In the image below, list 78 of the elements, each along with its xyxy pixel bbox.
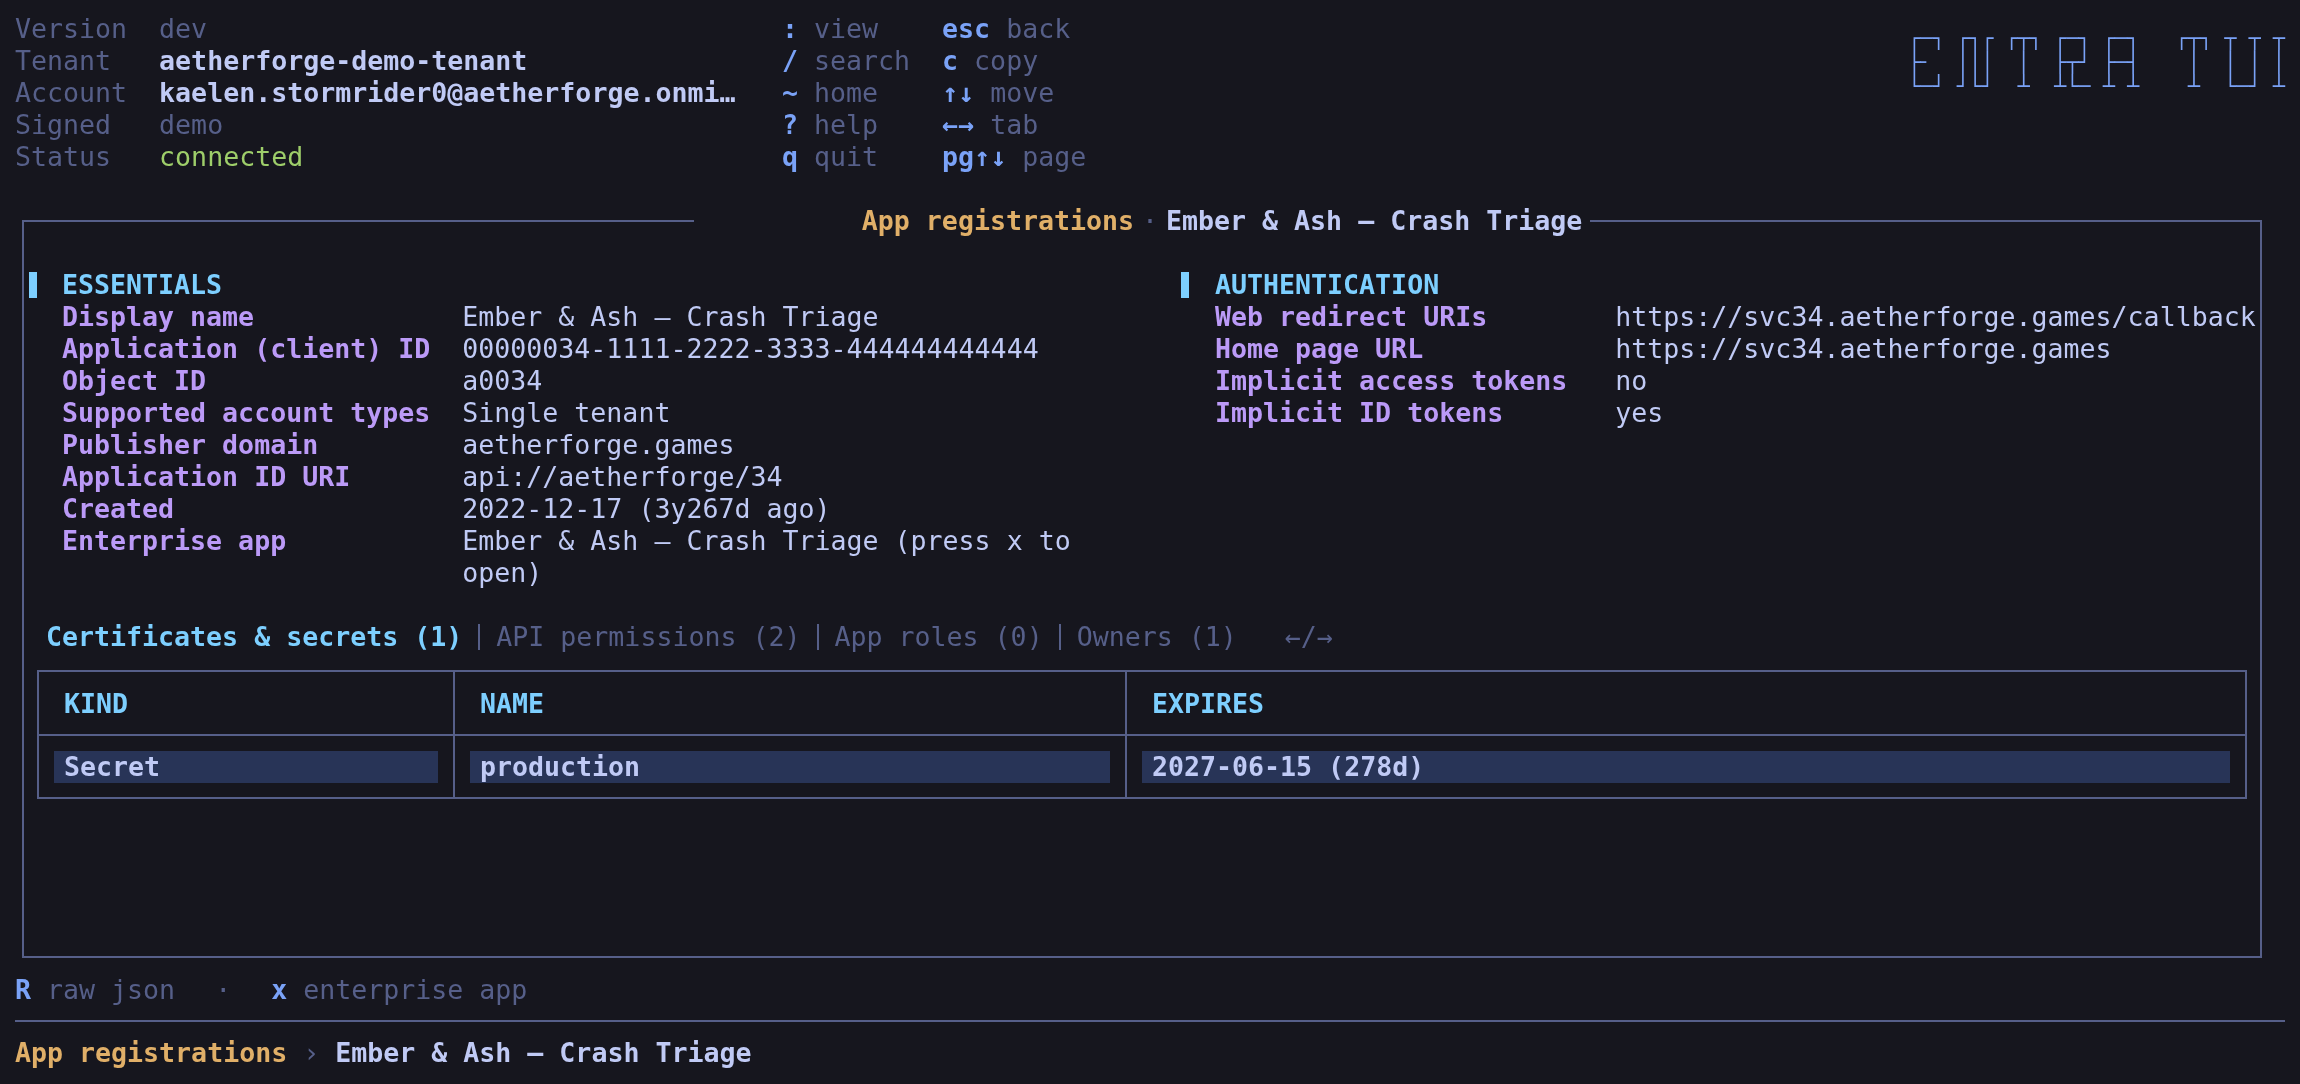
shortcut-label: back	[1006, 13, 1071, 45]
field-label: Implicit access tokens	[1215, 365, 1569, 397]
field-value: Ember & Ash — Crash Triage	[462, 301, 880, 333]
app-logo: ┌─┐ ┌┐┌ ┌┬┐ ┌─┐ ┌─┐ ┌┬┐ ┬ ┬ ┬ ├╴ │││ │ ├┬┘ ├─┤ │ │ │ │ └─┘ ┘└┘ ┴ ┴└─ ┴ ┴ ┴ └─┘ ┴	[1908, 26, 2285, 100]
field-label: Object ID	[62, 365, 208, 397]
info-value: aetherforge-demo-tenant	[159, 45, 529, 77]
shortcut-key: /	[782, 45, 798, 77]
field-value: Ember & Ash — Crash Triage (press x to open)	[462, 525, 1071, 589]
table-cell[interactable]: 2027-06-15 (278d)	[1142, 751, 2230, 783]
field-value: no	[1615, 365, 1649, 397]
shortcut-label: move	[990, 77, 1055, 109]
field-value: a0034	[462, 365, 544, 397]
field-value: 00000034-1111-2222-3333-444444444444	[462, 333, 1040, 365]
panel-title: Ember & Ash — Crash Triage	[1166, 205, 1583, 236]
info-label: Signed	[15, 109, 113, 141]
tab-hint: ←/→	[1284, 621, 1333, 653]
field-label: Publisher domain	[62, 429, 320, 461]
field-label: Application ID URI	[62, 461, 352, 493]
shortcut-label: tab	[990, 109, 1039, 141]
shortcut-label: copy	[974, 45, 1039, 77]
field-label: Home page URL	[1215, 333, 1425, 365]
breadcrumb-separator: ›	[303, 1037, 320, 1069]
column-header: EXPIRES	[1126, 671, 2246, 735]
field-label: Display name	[62, 301, 256, 333]
table-cell[interactable]: Secret	[54, 751, 438, 783]
shortcut-label: view	[814, 13, 879, 45]
shortcut-key: x	[271, 974, 288, 1006]
info-label: Tenant	[15, 45, 113, 77]
shortcut-label: enterprise app	[303, 974, 528, 1006]
shortcut-key: ←→	[942, 109, 975, 141]
shortcut-key: q	[782, 141, 798, 173]
shortcut-key: ?	[782, 109, 798, 141]
shortcut-label: raw json	[47, 974, 176, 1006]
shortcut-key: :	[782, 13, 798, 45]
info-label: Version	[15, 13, 129, 45]
field-value: https://svc34.aetherforge.games	[1615, 333, 2113, 365]
shortcut-key: pg↑↓	[942, 141, 1007, 173]
info-value: kaelen.stormrider0@aetherforge.onmi…	[159, 77, 737, 109]
shortcut-label: page	[1022, 141, 1087, 173]
shortcut-label: home	[814, 77, 879, 109]
field-label: Web redirect URIs	[1215, 301, 1489, 333]
section-heading: ESSENTIALS	[62, 269, 224, 301]
breadcrumb-item: Ember & Ash — Crash Triage	[335, 1037, 752, 1069]
field-value: api://aetherforge/34	[462, 461, 784, 493]
field-value: https://svc34.aetherforge.games/callback	[1615, 301, 2256, 333]
field-value: yes	[1615, 397, 1665, 429]
column-header: NAME	[454, 671, 1126, 735]
shortcut-key: esc	[942, 13, 991, 45]
section-heading: AUTHENTICATION	[1215, 269, 1441, 301]
column-header: KIND	[38, 671, 454, 735]
info-value: connected	[159, 141, 305, 173]
field-label: Implicit ID tokens	[1215, 397, 1505, 429]
breadcrumb-item[interactable]: App registrations	[15, 1037, 288, 1069]
shortcut-key: c	[942, 45, 959, 77]
field-value: 2022-12-17 (3y267d ago)	[462, 493, 832, 525]
field-value: Single tenant	[462, 397, 672, 429]
table-cell[interactable]: production	[470, 751, 1110, 783]
shortcut-label: quit	[814, 141, 879, 173]
panel-title-section: App registrations	[861, 205, 1134, 236]
field-label: Supported account types	[62, 397, 432, 429]
shortcut-label: search	[814, 45, 911, 77]
field-label: Application (client) ID	[62, 333, 432, 365]
info-value: demo	[159, 109, 225, 141]
shortcut-key: R	[15, 974, 31, 1006]
shortcut-key: ~	[782, 77, 798, 109]
info-value: dev	[159, 13, 209, 45]
section-marker	[1181, 272, 1189, 298]
field-label: Enterprise app	[62, 525, 288, 558]
shortcut-label: help	[814, 109, 879, 141]
field-label: Created	[62, 493, 176, 525]
section-marker	[29, 272, 37, 298]
title-separator: ·	[1142, 205, 1158, 236]
info-label: Account	[15, 77, 129, 109]
info-label: Status	[15, 141, 113, 173]
tab[interactable]: Certificates & secrets (1)	[46, 621, 479, 653]
hint-separator: ·	[215, 974, 232, 1006]
shortcut-key: ↑↓	[942, 77, 975, 109]
field-value: aetherforge.games	[462, 429, 736, 461]
